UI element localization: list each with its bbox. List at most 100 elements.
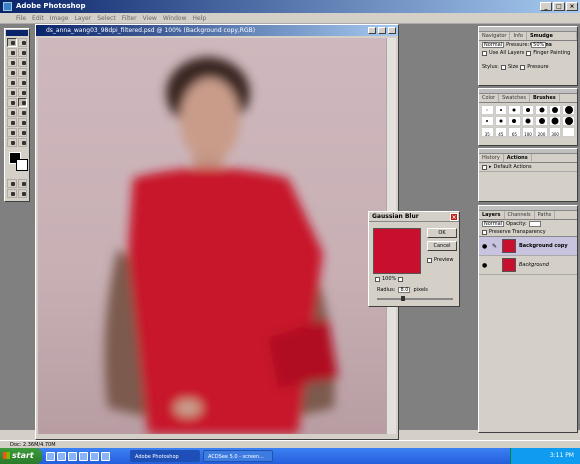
dialog-close-button[interactable]: × bbox=[450, 213, 458, 221]
slice-tool-icon[interactable] bbox=[17, 58, 27, 67]
paint-bucket-tool-icon[interactable] bbox=[17, 128, 27, 137]
airbrush-tool-icon[interactable] bbox=[7, 68, 17, 77]
brush-preset[interactable]: 45 bbox=[494, 127, 508, 137]
move-tool-icon[interactable] bbox=[17, 38, 27, 47]
brush-preset[interactable] bbox=[494, 105, 508, 115]
brush-preset[interactable] bbox=[508, 116, 521, 126]
close-button[interactable]: × bbox=[566, 2, 578, 11]
color-swatches[interactable] bbox=[7, 150, 28, 176]
brush-preset[interactable] bbox=[508, 105, 521, 115]
start-button[interactable]: start bbox=[0, 448, 42, 464]
standard-mode-icon[interactable] bbox=[7, 179, 17, 188]
magic-wand-tool-icon[interactable] bbox=[17, 48, 27, 57]
tab-channels[interactable]: Channels bbox=[505, 211, 535, 219]
quicklaunch-icon[interactable] bbox=[68, 451, 77, 461]
brush-preset[interactable]: 35 bbox=[481, 127, 494, 137]
blur-tool-icon[interactable] bbox=[7, 98, 17, 107]
gradient-tool-icon[interactable] bbox=[17, 118, 27, 127]
tab-info[interactable]: Info bbox=[510, 32, 527, 40]
menu-layer[interactable]: Layer bbox=[74, 13, 91, 23]
tab-color[interactable]: Color bbox=[479, 94, 500, 102]
tab-brushes[interactable]: Brushes bbox=[529, 94, 560, 102]
quicklaunch-icon[interactable] bbox=[46, 451, 55, 461]
blend-mode-select[interactable]: Normal bbox=[482, 42, 505, 48]
menu-window[interactable]: Window bbox=[163, 13, 187, 23]
screen-mode-icon[interactable] bbox=[7, 189, 17, 198]
tab-navigator[interactable]: Navigator bbox=[479, 32, 511, 40]
quicklaunch-icon[interactable] bbox=[79, 451, 88, 461]
opacity-input[interactable] bbox=[528, 221, 541, 227]
eraser-tool-icon[interactable] bbox=[7, 88, 17, 97]
lasso-tool-icon[interactable] bbox=[7, 48, 17, 57]
zoom-out-button[interactable] bbox=[375, 276, 380, 282]
doc-minimize-button[interactable] bbox=[368, 27, 376, 34]
stylus-size-checkbox[interactable] bbox=[500, 64, 506, 70]
brush-preset[interactable]: 100 bbox=[521, 127, 535, 137]
quicklaunch-icon[interactable] bbox=[90, 451, 99, 461]
eye-icon[interactable]: ● bbox=[482, 262, 489, 269]
doc-maximize-button[interactable] bbox=[378, 27, 386, 34]
eye-icon[interactable]: ● bbox=[482, 243, 489, 250]
brush-preset[interactable] bbox=[562, 105, 575, 115]
layer-row[interactable]: ● ✎ Background copy bbox=[479, 237, 577, 256]
brush-preset[interactable] bbox=[521, 116, 535, 126]
zoom-tool-icon[interactable] bbox=[17, 138, 27, 147]
eyedropper-tool-icon[interactable] bbox=[7, 128, 17, 137]
tab-history[interactable]: History bbox=[479, 154, 504, 162]
blur-preview-image[interactable] bbox=[373, 228, 421, 274]
quicklaunch-icon[interactable] bbox=[57, 451, 66, 461]
brush-preset[interactable] bbox=[562, 127, 575, 137]
brush-preset[interactable] bbox=[521, 105, 535, 115]
minimize-button[interactable]: _ bbox=[540, 2, 552, 11]
menu-select[interactable]: Select bbox=[97, 13, 116, 23]
preview-checkbox[interactable] bbox=[427, 257, 432, 263]
tab-smudge-options[interactable]: Smudge Options bbox=[526, 32, 577, 48]
pencil-tool-icon[interactable] bbox=[17, 88, 27, 97]
measure-tool-icon[interactable] bbox=[7, 118, 17, 127]
background-color[interactable] bbox=[16, 159, 28, 171]
brush-preset[interactable] bbox=[548, 105, 562, 115]
cancel-button[interactable]: Cancel bbox=[427, 241, 457, 251]
brush-tool-icon[interactable] bbox=[17, 68, 27, 77]
brush-preset[interactable] bbox=[562, 116, 575, 126]
brush-preset[interactable]: 65 bbox=[508, 127, 521, 137]
action-set-default[interactable]: Default Actions bbox=[494, 163, 532, 171]
menu-filter[interactable]: Filter bbox=[122, 13, 137, 23]
menu-edit[interactable]: Edit bbox=[32, 13, 44, 23]
brush-preset[interactable] bbox=[548, 116, 562, 126]
tab-actions[interactable]: Actions bbox=[503, 154, 532, 162]
brush-preset[interactable] bbox=[481, 105, 494, 115]
smudge-tool-icon[interactable] bbox=[17, 98, 27, 107]
zoom-in-button[interactable] bbox=[398, 276, 404, 282]
action-enabled-checkbox[interactable] bbox=[482, 164, 487, 170]
radius-slider-handle[interactable] bbox=[401, 296, 405, 301]
use-all-layers-checkbox[interactable] bbox=[482, 50, 487, 56]
crop-tool-icon[interactable] bbox=[7, 58, 17, 67]
quicklaunch-icon[interactable] bbox=[101, 451, 110, 461]
ok-button[interactable]: OK bbox=[427, 228, 457, 238]
preserve-transparency-checkbox[interactable] bbox=[482, 229, 487, 235]
image-canvas[interactable] bbox=[38, 38, 386, 434]
tab-swatches[interactable]: Swatches bbox=[499, 94, 530, 102]
layer-blend-mode-select[interactable]: Normal bbox=[482, 221, 505, 227]
finger-painting-checkbox[interactable] bbox=[526, 50, 532, 56]
radius-input[interactable]: 8.0 bbox=[398, 287, 411, 293]
tab-layers[interactable]: Layers bbox=[479, 211, 505, 219]
brush-preset[interactable]: 300 bbox=[548, 127, 562, 137]
brush-preset[interactable] bbox=[494, 116, 508, 126]
menu-view[interactable]: View bbox=[143, 13, 157, 23]
brush-preset[interactable] bbox=[535, 116, 548, 126]
pen-tool-icon[interactable] bbox=[7, 108, 17, 117]
task-photoshop[interactable]: Adobe Photoshop bbox=[130, 450, 200, 462]
menu-file[interactable]: File bbox=[16, 13, 26, 23]
maximize-button[interactable]: □ bbox=[553, 2, 565, 11]
menu-help[interactable]: Help bbox=[193, 13, 207, 23]
stamp-tool-icon[interactable] bbox=[7, 78, 17, 87]
pressure-input[interactable]: 50% bbox=[531, 42, 547, 48]
tab-paths[interactable]: Paths bbox=[535, 211, 556, 219]
radius-slider[interactable] bbox=[377, 296, 453, 301]
layer-row[interactable]: ● Background bbox=[479, 256, 577, 275]
brush-preset[interactable]: 200 bbox=[535, 127, 548, 137]
doc-close-button[interactable] bbox=[388, 27, 396, 34]
hand-tool-icon[interactable] bbox=[7, 138, 17, 147]
